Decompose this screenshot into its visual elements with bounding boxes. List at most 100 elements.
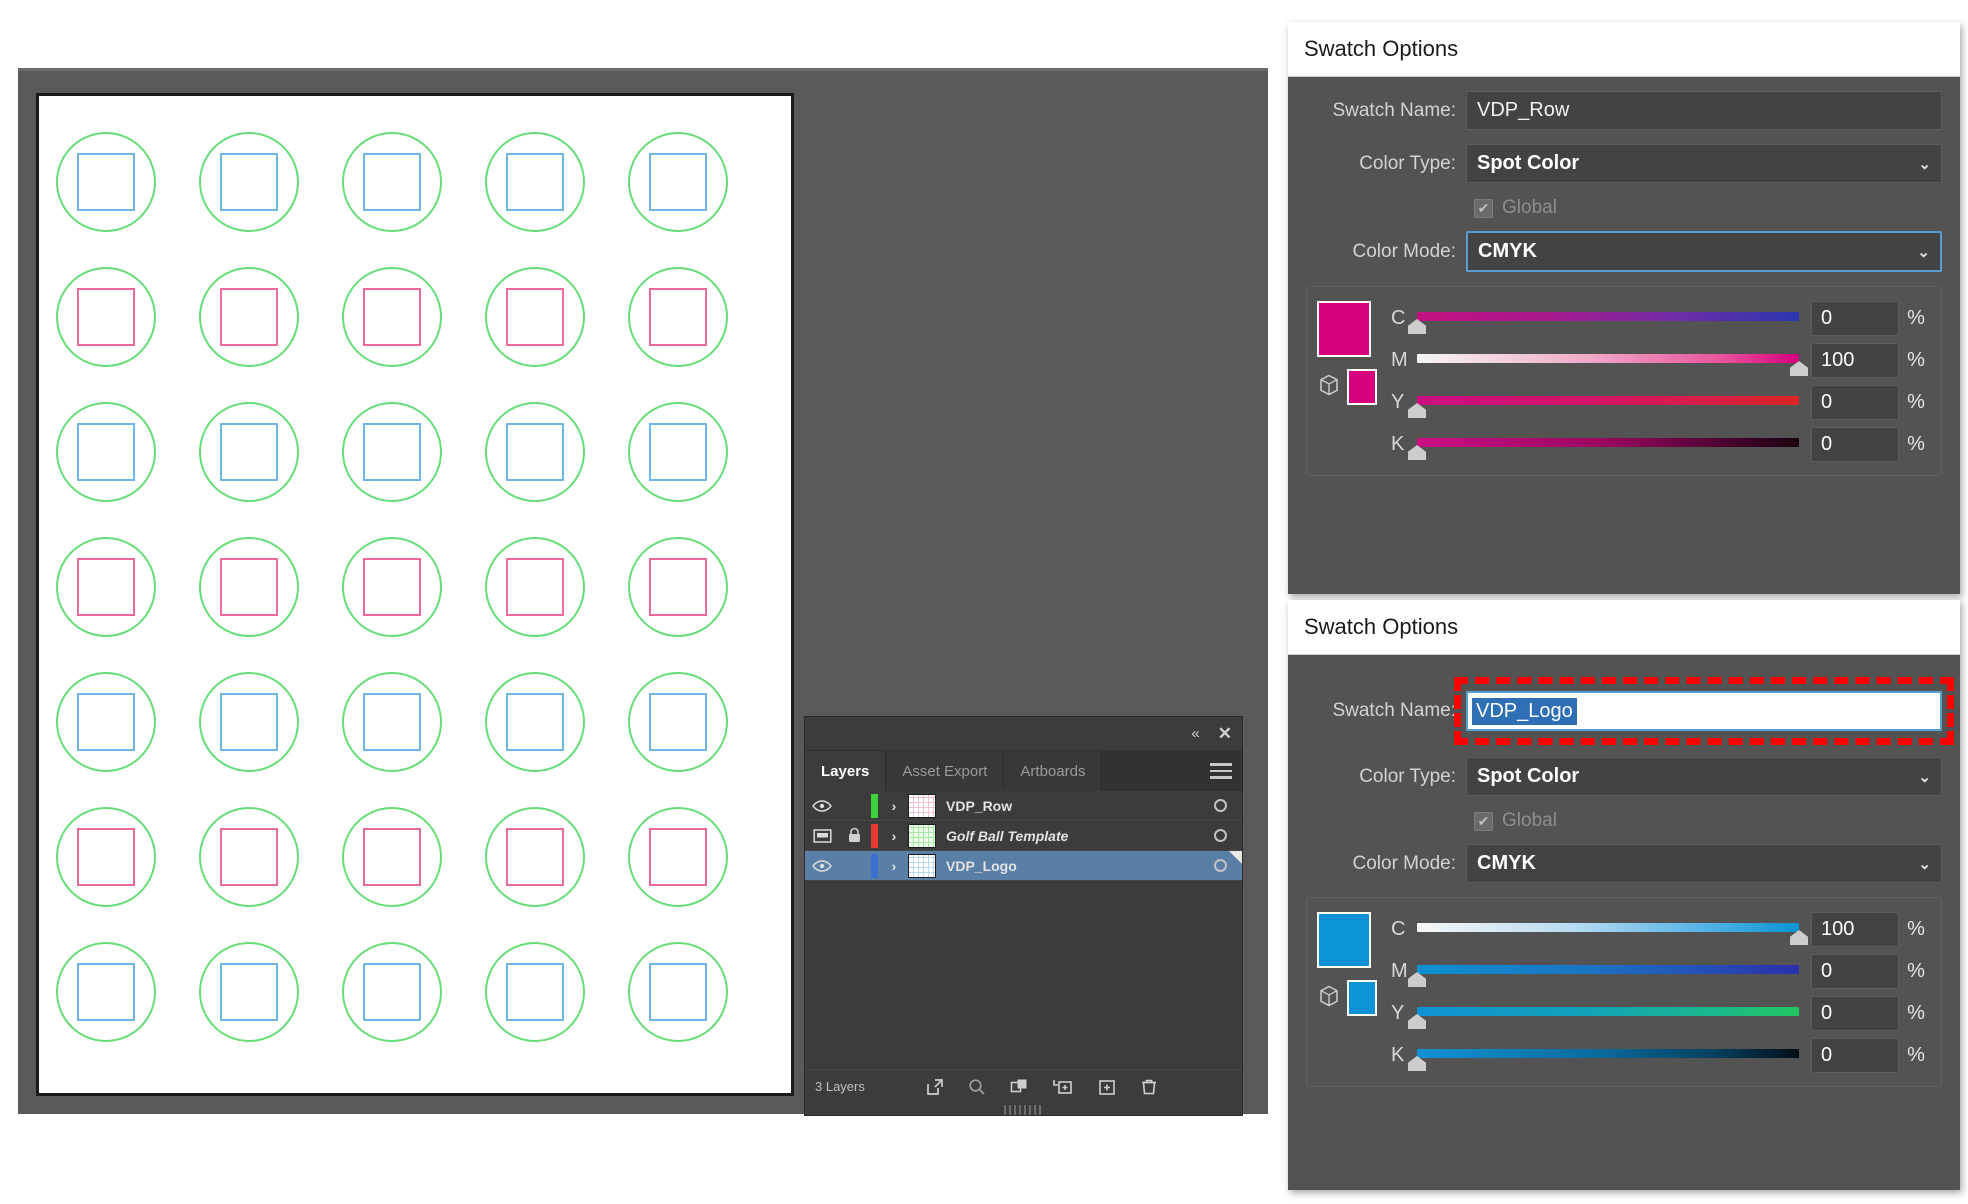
channel-slider[interactable] (1417, 908, 1808, 950)
template-layer-icon[interactable] (805, 828, 839, 844)
color-type-select[interactable]: Spot Color ⌄ (1466, 144, 1942, 183)
slider-thumb[interactable] (1790, 930, 1808, 945)
logo-square (363, 153, 421, 211)
golf-ball-cell[interactable] (199, 672, 299, 772)
golf-ball-cell[interactable] (485, 942, 585, 1042)
in-gamut-swatch[interactable] (1347, 369, 1377, 405)
golf-ball-cell[interactable] (56, 942, 156, 1042)
golf-ball-cell[interactable] (342, 267, 442, 367)
golf-ball-cell[interactable] (342, 672, 442, 772)
golf-ball-cell[interactable] (199, 942, 299, 1042)
make-clipping-mask-icon[interactable] (1009, 1077, 1029, 1097)
visibility-eye-icon[interactable] (805, 799, 839, 813)
golf-ball-cell[interactable] (56, 807, 156, 907)
golf-ball-cell[interactable] (342, 132, 442, 232)
channel-value-input[interactable]: 0 (1811, 1037, 1899, 1073)
search-icon[interactable] (967, 1077, 987, 1097)
channel-value-input[interactable]: 100 (1811, 342, 1899, 378)
channel-value-input[interactable]: 0 (1811, 953, 1899, 989)
golf-ball-cell[interactable] (628, 537, 728, 637)
layer-name[interactable]: Golf Ball Template (946, 828, 1198, 844)
golf-ball-cell[interactable] (485, 537, 585, 637)
golf-ball-cell[interactable] (56, 132, 156, 232)
golf-ball-cell[interactable] (199, 537, 299, 637)
channel-slider[interactable] (1417, 339, 1808, 381)
chevron-right-icon[interactable]: › (880, 828, 908, 844)
golf-ball-cell[interactable] (485, 267, 585, 367)
golf-ball-cell[interactable] (485, 402, 585, 502)
locate-object-icon[interactable] (925, 1077, 945, 1097)
golf-ball-cell[interactable] (199, 132, 299, 232)
chevron-right-icon[interactable]: › (880, 858, 908, 874)
channel-value-input[interactable]: 0 (1811, 300, 1899, 336)
golf-ball-cell[interactable] (342, 402, 442, 502)
golf-ball-cell[interactable] (56, 672, 156, 772)
panel-resize-grip[interactable] (1003, 1105, 1044, 1115)
golf-ball-cell[interactable] (628, 132, 728, 232)
global-checkbox[interactable]: ✔ (1474, 198, 1493, 218)
golf-ball-cell[interactable] (199, 402, 299, 502)
golf-ball-cell[interactable] (485, 672, 585, 772)
chevron-right-icon[interactable]: › (880, 798, 908, 814)
golf-ball-cell[interactable] (628, 672, 728, 772)
channel-slider[interactable] (1408, 423, 1799, 465)
artboard-canvas[interactable] (36, 93, 794, 1096)
swatch-options-dialog-vdp-logo[interactable]: Swatch Options Swatch Name: VDP_Logo Col… (1288, 600, 1960, 1190)
tab-layers[interactable]: Layers (805, 751, 887, 791)
golf-ball-cell[interactable] (342, 537, 442, 637)
cmyk-slider-row: K 0% (1391, 423, 1933, 465)
panel-menu-icon[interactable] (1210, 763, 1232, 779)
golf-ball-cell[interactable] (628, 807, 728, 907)
visibility-eye-icon[interactable] (805, 859, 839, 873)
golf-ball-cell[interactable] (485, 807, 585, 907)
channel-value-input[interactable]: 0 (1811, 995, 1899, 1031)
layer-name[interactable]: VDP_Logo (946, 858, 1198, 874)
slider-thumb[interactable] (1790, 361, 1808, 376)
golf-ball-cell[interactable] (56, 402, 156, 502)
channel-slider[interactable] (1408, 992, 1799, 1034)
channel-value-input[interactable]: 100 (1811, 911, 1899, 947)
golf-ball-cell[interactable] (342, 807, 442, 907)
golf-ball-cell[interactable] (342, 942, 442, 1042)
golf-ball-cell[interactable] (56, 267, 156, 367)
channel-value-input[interactable]: 0 (1811, 426, 1899, 462)
golf-ball-cell[interactable] (628, 942, 728, 1042)
close-icon[interactable]: ✕ (1218, 725, 1232, 742)
swatch-name-input[interactable]: VDP_Row (1466, 91, 1942, 130)
global-checkbox[interactable]: ✔ (1474, 811, 1493, 831)
delete-selection-icon[interactable] (1139, 1077, 1159, 1097)
layer-name[interactable]: VDP_Row (946, 798, 1198, 814)
channel-slider[interactable] (1408, 950, 1799, 992)
dialog-title: Swatch Options (1288, 600, 1960, 655)
channel-slider[interactable] (1408, 1034, 1799, 1076)
selected-art-indicator (1229, 851, 1242, 864)
swatch-options-dialog-vdp-row[interactable]: Swatch Options Swatch Name: VDP_Row Colo… (1288, 22, 1960, 594)
logo-square (220, 153, 278, 211)
create-new-sublayer-icon[interactable] (1051, 1077, 1075, 1097)
golf-ball-cell[interactable] (628, 402, 728, 502)
table-row[interactable]: › Golf Ball Template (805, 821, 1242, 851)
golf-ball-cell[interactable] (628, 267, 728, 367)
color-mode-select[interactable]: CMYK ⌄ (1466, 844, 1942, 883)
lock-icon[interactable] (839, 827, 869, 844)
channel-value-input[interactable]: 0 (1811, 384, 1899, 420)
channel-slider[interactable] (1408, 381, 1799, 423)
target-indicator-icon[interactable] (1198, 799, 1242, 812)
tab-asset-export[interactable]: Asset Export (886, 751, 1005, 791)
tab-artboards[interactable]: Artboards (1004, 751, 1103, 791)
golf-ball-cell[interactable] (56, 537, 156, 637)
golf-ball-cell[interactable] (199, 267, 299, 367)
color-mode-select[interactable]: CMYK ⌄ (1466, 231, 1942, 272)
golf-ball-cell[interactable] (199, 807, 299, 907)
in-gamut-swatch[interactable] (1347, 980, 1377, 1016)
target-indicator-icon[interactable] (1198, 829, 1242, 842)
create-new-layer-icon[interactable] (1097, 1077, 1117, 1097)
collapse-panel-icon[interactable]: « (1191, 726, 1199, 741)
channel-slider[interactable] (1408, 297, 1799, 339)
layers-panel[interactable]: « ✕ Layers Asset Export Artboards › VDP_R… (805, 717, 1242, 1115)
swatch-name-input[interactable]: VDP_Logo (1466, 691, 1942, 731)
golf-ball-cell[interactable] (485, 132, 585, 232)
color-type-select[interactable]: Spot Color ⌄ (1466, 757, 1942, 796)
table-row[interactable]: › VDP_Row (805, 791, 1242, 821)
table-row[interactable]: › VDP_Logo (805, 851, 1242, 881)
